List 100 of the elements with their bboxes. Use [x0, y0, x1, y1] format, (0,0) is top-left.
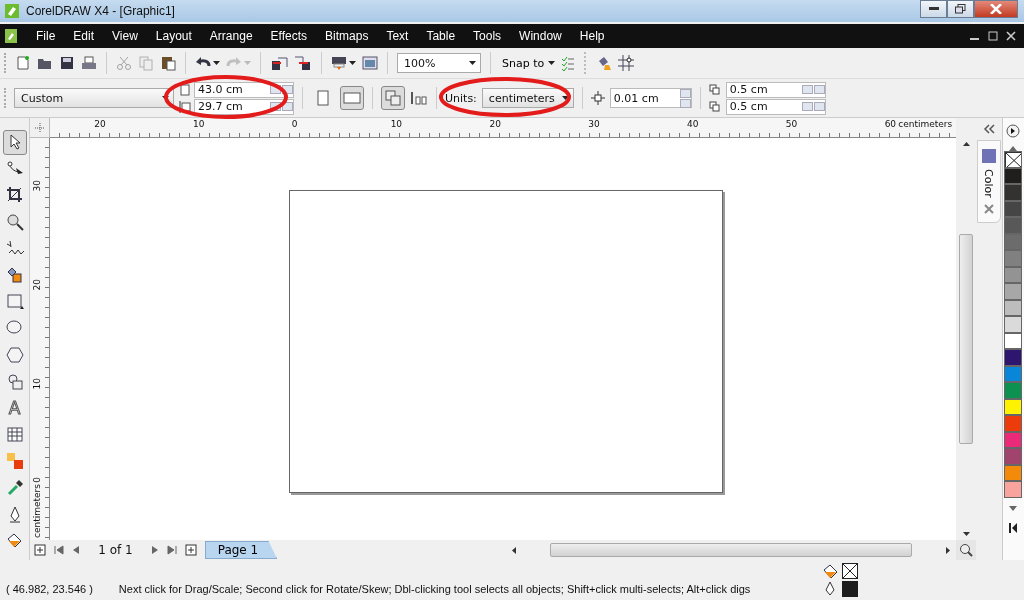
tool-button[interactable]: [2, 130, 27, 155]
close-button[interactable]: [974, 0, 1018, 18]
snap-to-button[interactable]: Snap to: [500, 56, 547, 70]
current-page-icon[interactable]: [410, 91, 428, 105]
duplicate-x-icon: [708, 83, 723, 96]
rectangle-icon: [5, 292, 24, 311]
duplicate-y-field[interactable]: 0.5 cm: [725, 98, 826, 115]
arrow-pointer-icon: [7, 134, 22, 151]
height-field[interactable]: 29.7 cm: [194, 98, 294, 115]
magnifier-icon: [5, 213, 24, 232]
window-title: CorelDRAW X4 - [Graphic1]: [26, 4, 175, 18]
menu-item[interactable]: Tools: [465, 27, 510, 45]
zoom-dropdown[interactable]: 100%: [397, 53, 481, 73]
color-swatch[interactable]: [1004, 283, 1023, 300]
units-dropdown[interactable]: centimeters: [481, 88, 574, 108]
caret-icon: [469, 61, 476, 65]
print-icon[interactable]: [81, 55, 97, 71]
collapse-docker-icon[interactable]: [982, 124, 995, 134]
color-swatch[interactable]: [1004, 448, 1023, 465]
scroll-thumb[interactable]: [550, 543, 913, 557]
checklist-icon[interactable]: [561, 55, 576, 71]
menu-item[interactable]: Window: [511, 27, 570, 45]
paper-size-dropdown[interactable]: Custom: [14, 88, 174, 108]
next-page-icon[interactable]: [150, 545, 159, 555]
previous-page-icon[interactable]: [72, 545, 81, 555]
color-swatch[interactable]: [1004, 415, 1023, 432]
menu-item[interactable]: Layout: [147, 27, 200, 45]
restore-icon: [955, 4, 966, 14]
units-label: Units:: [445, 91, 477, 105]
minimize-button[interactable]: [920, 0, 947, 18]
color-swatch[interactable]: [1004, 184, 1023, 201]
scroll-thumb[interactable]: [959, 234, 974, 444]
save-icon[interactable]: [59, 55, 75, 71]
page-height-icon: [179, 100, 191, 113]
menu-item[interactable]: Arrange: [201, 27, 261, 45]
scroll-down-icon[interactable]: [962, 532, 970, 536]
fill-bucket-icon: [822, 563, 838, 579]
color-swatch[interactable]: [1004, 382, 1023, 399]
ruler-label: 10: [193, 119, 205, 129]
menu-item[interactable]: Effects: [262, 27, 316, 45]
no-fill-indicator: [842, 563, 858, 579]
insert-page-icon[interactable]: [34, 544, 47, 556]
landscape-button[interactable]: [340, 86, 364, 110]
nudge-icon: [590, 91, 605, 105]
duplicate-x-field[interactable]: 0.5 cm: [725, 81, 826, 98]
grid-icon[interactable]: [618, 55, 635, 71]
menu-item[interactable]: Table: [418, 27, 464, 45]
ruler-label: 50: [785, 119, 798, 129]
restore-button[interactable]: [947, 0, 974, 18]
scroll-down-icon[interactable]: [1009, 505, 1018, 511]
all-pages-button[interactable]: [381, 86, 405, 110]
cursor-coordinates: ( 46.982, 23.546 ): [6, 583, 93, 595]
docker-tab[interactable]: Color: [976, 140, 1001, 223]
minimize-icon: [928, 7, 939, 11]
page-tab[interactable]: Page 1: [204, 541, 278, 559]
scroll-left-icon[interactable]: [512, 546, 517, 554]
menu-item[interactable]: Edit: [65, 27, 103, 45]
nudge-field[interactable]: 0.01 cm: [609, 88, 692, 108]
insert-page-icon[interactable]: [184, 544, 197, 556]
ruler-unit-label: centimeters: [898, 119, 953, 129]
color-swatch[interactable]: [1004, 349, 1023, 366]
ruler-label: 30: [32, 180, 43, 192]
caret-icon[interactable]: [349, 61, 356, 65]
ruler-label: 20: [32, 279, 43, 291]
flyout-icon[interactable]: [1006, 124, 1021, 138]
menu-item[interactable]: File: [28, 27, 64, 45]
menu-item[interactable]: Help: [571, 27, 613, 45]
new-document-icon[interactable]: [15, 55, 31, 71]
paste-icon[interactable]: [160, 55, 176, 71]
color-swatch[interactable]: [1004, 217, 1023, 234]
caret-icon[interactable]: [548, 61, 556, 65]
crop-icon: [5, 186, 24, 205]
menu-item[interactable]: Text: [378, 27, 417, 45]
no-color-swatch[interactable]: [1004, 151, 1023, 168]
menu-item[interactable]: Bitmaps: [317, 27, 377, 45]
welcome-screen-icon[interactable]: [362, 55, 378, 71]
color-swatch[interactable]: [1004, 481, 1023, 498]
ruler-label: 10: [390, 119, 403, 129]
color-swatch-icon: [981, 149, 996, 163]
menu-item[interactable]: View: [104, 27, 146, 45]
restore-icon[interactable]: [988, 31, 998, 41]
last-page-icon[interactable]: [166, 545, 177, 555]
width-field[interactable]: 43.0 cm: [194, 81, 294, 98]
color-swatch[interactable]: [1004, 250, 1023, 267]
export-icon[interactable]: [294, 55, 312, 71]
close-icon[interactable]: [1006, 31, 1016, 41]
docker-tab-label: Color: [982, 169, 996, 198]
polygon-icon: [5, 346, 24, 365]
ruler-label: 40: [687, 119, 699, 129]
color-swatch[interactable]: [1004, 316, 1023, 333]
last-color-icon[interactable]: [1009, 522, 1018, 533]
circle-square-icon: [5, 372, 24, 391]
zoom-navigator-icon[interactable]: [959, 543, 974, 557]
paint-bucket-icon[interactable]: [596, 55, 613, 71]
scroll-up-icon[interactable]: [962, 142, 970, 146]
caret-icon[interactable]: [213, 61, 220, 65]
scroll-right-icon[interactable]: [946, 546, 951, 554]
import-icon[interactable]: [270, 55, 288, 71]
application-launcher-icon[interactable]: [331, 55, 347, 71]
first-page-icon[interactable]: [54, 545, 65, 555]
